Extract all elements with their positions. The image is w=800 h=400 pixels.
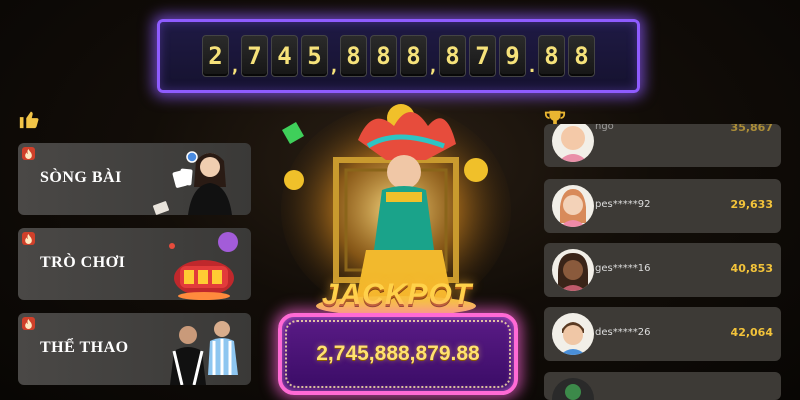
fire-icon	[22, 232, 35, 245]
slot-machine-image	[169, 232, 238, 300]
counter-separator: ,	[427, 56, 439, 77]
counter-digit: 8	[439, 35, 466, 77]
counter-separator: ,	[328, 56, 340, 77]
counter-separator: ,	[229, 56, 241, 77]
jackpot-title: JACKPOT	[321, 278, 473, 311]
fire-icon	[22, 147, 35, 160]
category-label: TRÒ CHƠI	[40, 254, 126, 271]
leaderboard-amount: 42,064	[730, 326, 773, 339]
avatar	[552, 313, 594, 355]
football-players-image	[170, 321, 238, 385]
counter-digit: 8	[568, 35, 595, 77]
leaderboard-row: ngo 35,867	[544, 124, 781, 167]
counter-digit: 8	[340, 35, 367, 77]
counter-digit: 9	[499, 35, 526, 77]
casino-dealer-image	[152, 151, 232, 215]
counter-digit: 8	[538, 35, 565, 77]
leaderboard-name: ges*****16	[595, 263, 651, 274]
leaderboard-amount: 40,853	[730, 262, 773, 275]
category-card-games[interactable]: TRÒ CHƠI	[18, 228, 251, 300]
leaderboard-name: pes*****92	[595, 199, 651, 210]
avatar	[552, 249, 594, 291]
category-label: THỂ THAO	[40, 339, 129, 356]
category-card-sports[interactable]: THỂ THAO	[18, 313, 251, 385]
category-label: SÒNG BÀI	[40, 169, 122, 186]
leaderboard-name: des*****26	[595, 327, 651, 338]
counter-digit: 4	[271, 35, 298, 77]
counter-digit: 2	[202, 35, 229, 77]
category-card-casino[interactable]: SÒNG BÀI	[18, 143, 251, 215]
counter-digit: 7	[469, 35, 496, 77]
counter-digit: 8	[400, 35, 427, 77]
avatar	[552, 124, 594, 162]
thumbs-up-icon	[18, 108, 40, 133]
jackpot-counter: 2 , 7 4 5 , 8 8 8 , 8 7 9 . 8 8	[157, 19, 640, 93]
leaderboard-amount: 35,867	[730, 124, 773, 134]
leaderboard-row	[544, 372, 781, 400]
leaderboard-row: pes*****92 29,633	[544, 179, 781, 233]
avatar	[552, 185, 594, 227]
fire-icon	[22, 317, 35, 330]
counter-separator: .	[526, 56, 538, 77]
leaderboard-row: ges*****16 40,853	[544, 243, 781, 297]
jackpot-amount: 2,745,888,879.88	[316, 342, 480, 365]
leaderboard-amount: 29,633	[730, 198, 773, 211]
counter-digit: 7	[241, 35, 268, 77]
jackpot-amount-box: 2,745,888,879.88	[278, 313, 518, 395]
counter-digit: 5	[301, 35, 328, 77]
leaderboard-name: ngo	[595, 124, 614, 132]
leaderboard-row: des*****26 42,064	[544, 307, 781, 361]
counter-digit: 8	[370, 35, 397, 77]
avatar	[552, 378, 594, 400]
